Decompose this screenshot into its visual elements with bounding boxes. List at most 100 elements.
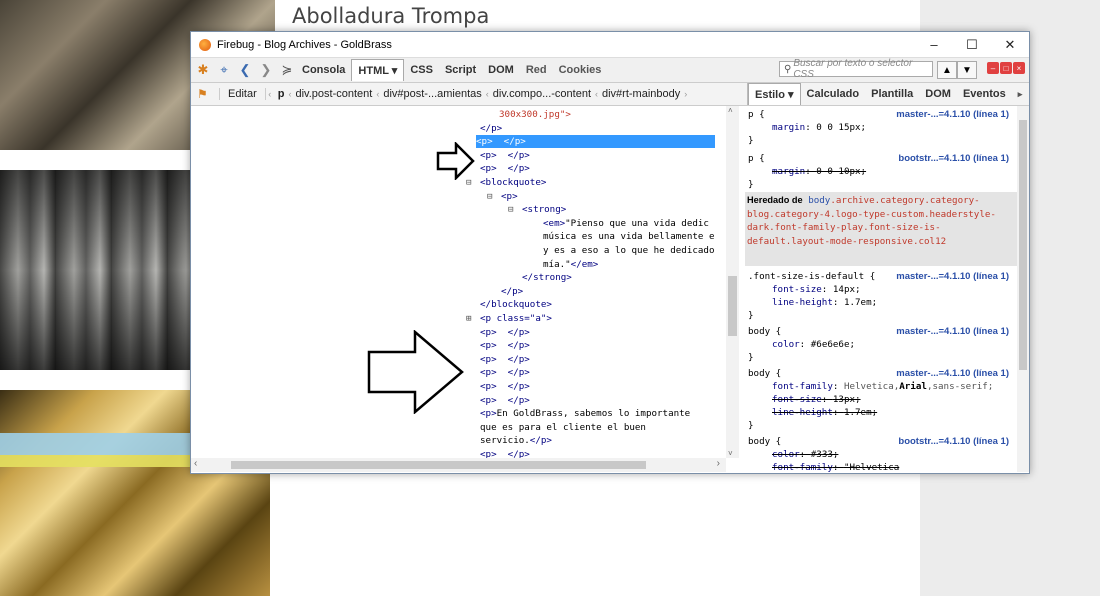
css-selector[interactable]: p { xyxy=(748,108,765,121)
tree-node[interactable]: </p> xyxy=(480,122,502,135)
tree-node[interactable]: <p> </p> xyxy=(480,326,530,339)
scroll-up-icon[interactable]: ˄ xyxy=(728,106,733,115)
breadcrumb-item[interactable]: div.post-content xyxy=(291,88,376,100)
css-property-overridden[interactable]: color: #333; xyxy=(772,448,838,461)
tree-node[interactable]: <p> </p> xyxy=(480,353,530,366)
css-selector[interactable]: p { xyxy=(748,152,765,165)
css-property[interactable]: line-height: 1.7em; xyxy=(772,296,877,309)
css-property-overridden[interactable]: font-size: 13px; xyxy=(772,393,861,406)
css-selector[interactable]: body { xyxy=(748,435,781,448)
tree-toggle-icon[interactable]: ⊟ xyxy=(487,190,493,203)
search-input[interactable]: ⚲ Buscar por texto o selector CSS xyxy=(779,58,933,80)
tab-consola[interactable]: Consola xyxy=(296,60,351,80)
search-prev-button[interactable]: ▲ xyxy=(937,61,957,79)
back-arrow-icon[interactable]: ❮ xyxy=(236,61,254,79)
tab-plantilla[interactable]: Plantilla xyxy=(865,84,919,105)
breadcrumb-item[interactable]: div#post-...amientas xyxy=(379,88,485,100)
close-button[interactable]: ✕ xyxy=(991,32,1029,57)
inspect-pointer-icon[interactable]: ⌖ xyxy=(215,61,233,79)
tree-node[interactable]: servicio.</p> xyxy=(480,434,552,447)
css-source-link[interactable]: bootstr...=4.1.10 (línea 1) xyxy=(898,153,1009,164)
css-property-overridden[interactable]: margin: 0 0 10px; xyxy=(772,165,866,178)
breadcrumb-more-icon[interactable]: › xyxy=(684,89,687,99)
css-selector[interactable]: body { xyxy=(748,325,781,338)
tab-dom[interactable]: DOM xyxy=(482,60,520,80)
tree-node[interactable]: que es para el cliente el buen xyxy=(480,421,646,434)
scroll-thumb[interactable] xyxy=(231,461,646,469)
tree-node[interactable]: <p> </p> xyxy=(480,149,530,162)
breadcrumb-item[interactable]: p xyxy=(274,88,289,100)
tree-node[interactable]: </p> xyxy=(501,285,523,298)
scroll-thumb[interactable] xyxy=(728,276,737,336)
tab-script[interactable]: Script xyxy=(439,60,482,80)
scroll-left-icon[interactable]: ‹ xyxy=(194,458,197,469)
tab-dom-side[interactable]: DOM xyxy=(919,84,957,105)
tab-html[interactable]: HTML ▾ xyxy=(351,59,405,81)
css-selector[interactable]: body { xyxy=(748,367,781,380)
breadcrumb-item[interactable]: div#rt-mainbody xyxy=(598,88,684,100)
edit-button[interactable]: Editar xyxy=(219,88,266,100)
inherited-element-link[interactable]: body xyxy=(808,195,830,206)
css-property-overridden[interactable]: line-height: 1.7em; xyxy=(772,406,877,419)
css-vertical-scrollbar[interactable] xyxy=(1017,106,1029,472)
css-style-panel[interactable]: p { master-...=4.1.10 (línea 1) margin: … xyxy=(745,106,1017,472)
more-tabs-icon[interactable]: ▸ xyxy=(1012,84,1029,105)
css-selector[interactable]: .font-size-is-default { xyxy=(748,270,875,283)
tree-node[interactable]: <p> </p> xyxy=(480,339,530,352)
tree-node-selected[interactable]: <p> </p> xyxy=(476,135,715,149)
tree-node[interactable]: <p> </p> xyxy=(480,448,530,458)
tab-eventos[interactable]: Eventos xyxy=(957,84,1012,105)
minimize-button[interactable]: – xyxy=(915,32,953,57)
tree-node[interactable]: <p> </p> xyxy=(480,380,530,393)
css-source-link[interactable]: master-...=4.1.10 (línea 1) xyxy=(896,368,1009,379)
tree-node[interactable]: <blockquote> xyxy=(480,176,546,189)
breadcrumb-item[interactable]: div.compo...-content xyxy=(489,88,595,100)
firebug-bug-icon[interactable]: ✱ xyxy=(194,61,212,79)
tree-node[interactable]: <p>En GoldBrass, sabemos lo importante xyxy=(480,407,690,420)
tree-node[interactable]: <p> xyxy=(501,190,518,203)
html-horizontal-scrollbar[interactable]: ‹ › xyxy=(191,458,726,472)
tab-calculado[interactable]: Calculado xyxy=(801,84,866,105)
forward-arrow-icon[interactable]: ❯ xyxy=(257,61,275,79)
close-firebug-icon[interactable]: × xyxy=(1013,62,1025,74)
tree-node[interactable]: música es una vida bellamente e xyxy=(543,230,714,243)
html-vertical-scrollbar[interactable]: ˄ ˅ xyxy=(726,106,739,458)
tree-toggle-icon[interactable]: ⊞ xyxy=(466,312,472,325)
command-line-icon[interactable]: ≽ xyxy=(278,61,296,79)
tree-node[interactable]: y es a eso a lo que he dedicado xyxy=(543,244,714,257)
tree-node[interactable]: <em>"Pienso que una vida dedic xyxy=(543,217,709,230)
css-property-overridden[interactable]: font-family: "Helvetica xyxy=(772,461,899,472)
tab-red[interactable]: Red xyxy=(520,60,553,80)
tree-node[interactable]: 300x300.jpg"> xyxy=(499,108,571,121)
maximize-button[interactable]: ☐ xyxy=(953,32,991,57)
scroll-right-icon[interactable]: › xyxy=(717,458,720,469)
css-source-link[interactable]: master-...=4.1.10 (línea 1) xyxy=(896,326,1009,337)
css-source-link[interactable]: master-...=4.1.10 (línea 1) xyxy=(896,109,1009,120)
tree-node[interactable]: <p class="a"> xyxy=(480,312,552,325)
inspect-element-icon[interactable]: ⚑ xyxy=(197,87,211,101)
minimize-firebug-icon[interactable]: – xyxy=(987,62,999,74)
css-source-link[interactable]: bootstr...=4.1.10 (línea 1) xyxy=(898,436,1009,447)
scroll-down-icon[interactable]: ˅ xyxy=(728,449,733,458)
tree-node[interactable]: <p> </p> xyxy=(480,366,530,379)
tree-node[interactable]: <p> </p> xyxy=(480,162,530,175)
tree-node[interactable]: <strong> xyxy=(522,203,566,216)
css-prop-name: font-family xyxy=(772,462,833,472)
css-property[interactable]: font-family: Helvetica,Arial,sans-serif; xyxy=(772,380,993,393)
tab-css[interactable]: CSS xyxy=(404,60,439,80)
tree-toggle-icon[interactable]: ⊟ xyxy=(508,203,514,216)
css-source-link[interactable]: master-...=4.1.10 (línea 1) xyxy=(896,271,1009,282)
search-placeholder: Buscar por texto o selector CSS xyxy=(793,58,913,80)
search-next-button[interactable]: ▼ xyxy=(957,61,977,79)
tree-node[interactable]: </blockquote> xyxy=(480,298,552,311)
tree-node[interactable]: </strong> xyxy=(522,271,572,284)
detach-firebug-icon[interactable]: □ xyxy=(1000,62,1012,74)
tab-cookies[interactable]: Cookies xyxy=(553,60,608,80)
css-property[interactable]: font-size: 14px; xyxy=(772,283,861,296)
css-property[interactable]: color: #6e6e6e; xyxy=(772,338,855,351)
scroll-thumb[interactable] xyxy=(1019,120,1027,370)
css-property[interactable]: margin: 0 0 15px; xyxy=(772,121,866,134)
tab-estilo[interactable]: Estilo ▾ xyxy=(748,83,801,105)
tree-node[interactable]: mía."</em> xyxy=(543,258,598,271)
tree-node[interactable]: <p> </p> xyxy=(480,394,530,407)
